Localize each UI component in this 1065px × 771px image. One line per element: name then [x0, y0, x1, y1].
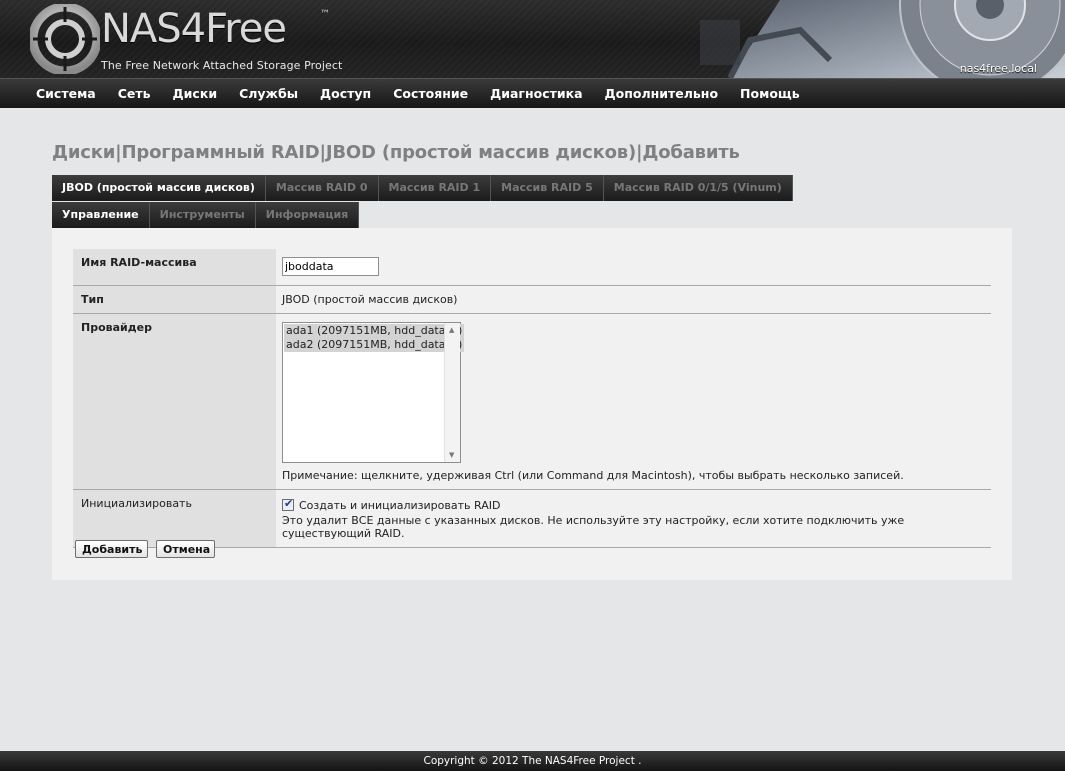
breadcrumb-disks[interactable]: Диски: [52, 142, 115, 163]
content-panel: Имя RAID-массива Тип JBOD (простой масси…: [52, 228, 1012, 580]
jbod-subtabs: Управление Инструменты Информация: [52, 202, 360, 228]
scroll-down-icon[interactable]: ▼: [449, 451, 454, 459]
raid-name-label: Имя RAID-массива: [73, 249, 276, 285]
initialize-checkbox[interactable]: ✔: [282, 496, 294, 511]
tab-management[interactable]: Управление: [52, 202, 150, 228]
hostname-label: nas4free.local: [959, 62, 1037, 75]
nav-item-access[interactable]: Доступ: [309, 79, 382, 108]
initialize-label: Инициализировать: [73, 489, 276, 547]
tab-vinum[interactable]: Массив RAID 0/1/5 (Vinum): [603, 175, 793, 201]
form-row-initialize: Инициализировать ✔ Создать и инициализиро…: [73, 489, 991, 547]
tab-raid0[interactable]: Массив RAID 0: [265, 175, 379, 201]
form-row-raid-name: Имя RAID-массива: [73, 249, 991, 285]
tab-information[interactable]: Информация: [255, 202, 360, 228]
footer: Copyright © 2012 The NAS4Free Project .: [0, 751, 1065, 771]
provider-option[interactable]: ada1 (2097151MB, hdd_data_1): [284, 323, 465, 338]
header-banner: NAS4Free ™ The Free Network Attached Sto…: [0, 0, 1065, 78]
brand-name: NAS4Free: [101, 6, 287, 52]
nav-item-status[interactable]: Состояние: [382, 79, 479, 108]
provider-label: Провайдер: [73, 313, 276, 489]
type-value: JBOD (простой массив дисков): [282, 292, 458, 306]
nav-item-advanced[interactable]: Дополнительно: [594, 79, 730, 108]
cancel-button[interactable]: Отмена: [156, 540, 215, 558]
initialize-warning: Это удалит ВСЕ данные с указанных дисков…: [282, 513, 905, 540]
initialize-option: ✔ Создать и инициализировать RAID: [282, 496, 985, 512]
breadcrumb-software-raid[interactable]: Программный RAID: [122, 142, 320, 163]
brand-tagline: The Free Network Attached Storage Projec…: [101, 59, 343, 72]
type-label: Тип: [73, 285, 276, 313]
scroll-up-icon[interactable]: ▲: [449, 326, 454, 334]
initialize-checkbox-label[interactable]: Создать и инициализировать RAID: [299, 499, 500, 512]
form-row-type: Тип JBOD (простой массив дисков): [73, 285, 991, 313]
brand-trademark: ™: [320, 9, 330, 20]
top-navigation: Система Сеть Диски Службы Доступ Состоян…: [0, 78, 1065, 108]
provider-option[interactable]: ada2 (2097151MB, hdd_data_2): [284, 337, 465, 352]
tab-raid5[interactable]: Массив RAID 5: [491, 175, 604, 201]
nav-item-network[interactable]: Сеть: [107, 79, 162, 108]
raid-form: Имя RAID-массива Тип JBOD (простой масси…: [73, 249, 991, 548]
nav-item-help[interactable]: Помощь: [729, 79, 811, 108]
nav-item-diagnostics[interactable]: Диагностика: [479, 79, 593, 108]
tab-jbod[interactable]: JBOD (простой массив дисков): [52, 175, 266, 201]
provider-listbox[interactable]: ada1 (2097151MB, hdd_data_1) ada2 (20971…: [282, 321, 465, 463]
page-title-breadcrumb: Диски|Программный RAID|JBOD (простой мас…: [52, 142, 740, 163]
nas4free-logo-icon: [30, 4, 100, 74]
add-button[interactable]: Добавить: [75, 540, 148, 558]
nav-item-services[interactable]: Службы: [228, 79, 309, 108]
nav-item-disks[interactable]: Диски: [162, 79, 229, 108]
nav-item-system[interactable]: Система: [25, 79, 107, 108]
listbox-scrollbar[interactable]: ▲ ▼: [444, 322, 460, 462]
provider-note: Примечание: щелкните, удерживая Ctrl (ил…: [282, 468, 904, 482]
breadcrumb-jbod[interactable]: JBOD (простой массив дисков): [326, 142, 636, 163]
form-row-provider: Провайдер ada1 (2097151MB, hdd_data_1) a…: [73, 313, 991, 489]
tab-raid1[interactable]: Массив RAID 1: [378, 175, 492, 201]
breadcrumb-add: Добавить: [642, 142, 740, 163]
raid-name-input[interactable]: [282, 257, 379, 276]
tab-tools[interactable]: Инструменты: [149, 202, 256, 228]
check-icon: ✔: [284, 496, 294, 510]
raid-type-tabs: JBOD (простой массив дисков) Массив RAID…: [52, 175, 793, 201]
footer-copyright: Copyright © 2012 The NAS4Free Project .: [423, 755, 642, 767]
